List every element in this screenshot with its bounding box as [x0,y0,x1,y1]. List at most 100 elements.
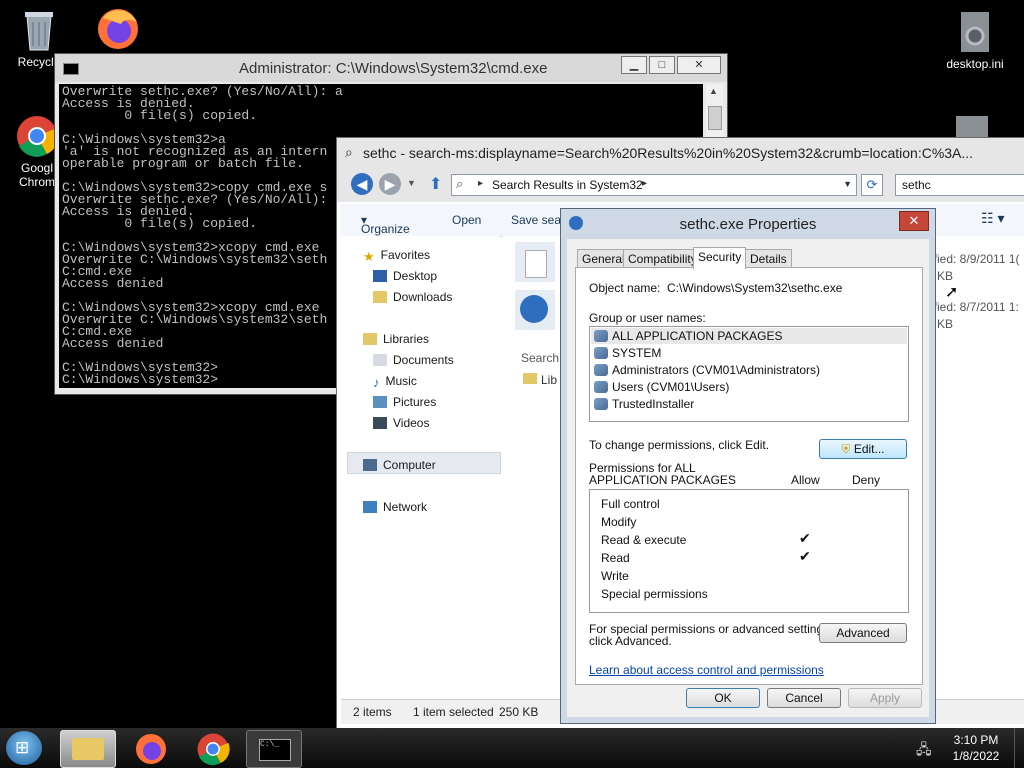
accessibility-icon [520,295,548,323]
breadcrumb-chevron-icon[interactable]: ▸ [642,178,647,189]
permission-row: Write [601,569,629,583]
deny-header: Deny [852,473,881,487]
organize-button[interactable]: Organize ▾ [361,213,410,236]
forward-button[interactable]: ▶ [379,173,401,195]
libraries-search-link[interactable]: Lib [523,373,557,387]
permissions-list: Full control Modify Read & execute Read … [589,489,909,613]
cmd-icon-text: C:\_ [260,740,280,749]
edit-button[interactable]: ⛨ Edit... [819,439,907,459]
allow-header: Allow [791,473,820,487]
advanced-button[interactable]: Advanced [819,623,907,643]
address-dropdown-icon[interactable]: ▼ [843,179,852,189]
status-item-count: 2 items [353,705,392,719]
cancel-button[interactable]: Cancel [767,688,841,708]
desktop-icon-firefox[interactable] [82,6,152,53]
search-icon: ⌕ [345,144,353,160]
tab-compatibility[interactable]: Compatibility [623,249,702,268]
nav-item-documents[interactable]: Documents [373,353,454,367]
tab-details[interactable]: Details [745,249,792,268]
close-button[interactable]: ✕ [899,211,929,231]
taskbar-explorer[interactable] [60,730,116,768]
folder-icon [523,373,537,384]
maximize-button[interactable]: □ [649,56,675,74]
desktop-icon-label: desktop.ini [946,57,1004,71]
nav-item-videos[interactable]: Videos [373,416,429,430]
recent-pages-chevron-icon[interactable]: ▼ [407,178,416,188]
learn-more-link[interactable]: Learn about access control and permissio… [589,663,824,677]
cmd-title-bar[interactable]: Administrator: C:\Windows\System32\cmd.e… [55,54,727,82]
search-input[interactable]: sethc [895,174,1024,196]
checkmark-icon: ✔ [799,548,811,564]
scroll-up-arrow-icon[interactable]: ▲ [709,86,718,96]
explorer-title-bar[interactable]: ⌕ sethc - search-ms:displayname=Search%2… [337,138,1024,168]
nav-label: Downloads [393,290,453,304]
nav-item-computer[interactable]: Computer [363,458,436,472]
computer-icon [363,459,377,471]
network-tray-icon[interactable]: 🖧 [916,739,932,763]
desktop-icon-desktop-ini[interactable]: desktop.ini [940,10,1010,71]
user-row[interactable]: TrustedInstaller [594,397,694,411]
search-again-label: Search [521,351,560,365]
permission-row: Modify [601,515,637,529]
group-label: Group or user names: [589,311,706,325]
nav-label: Pictures [393,395,437,409]
taskbar-firefox[interactable] [124,730,178,766]
scroll-thumb[interactable] [708,106,722,130]
nav-item-favorites[interactable]: ★ Favorites [363,248,430,264]
breadcrumb-chevron-icon[interactable]: ▸ [478,178,483,189]
libraries-search-label: Lib [541,373,558,387]
firefox-icon [136,734,166,764]
nav-label: Network [383,500,428,514]
file-icon [525,250,547,278]
special-permissions-text-2: click Advanced. [589,634,672,648]
taskbar-cmd[interactable]: C:\_ [246,730,302,768]
refresh-button[interactable]: ⟳ [861,174,883,196]
properties-dialog[interactable]: sethc.exe Properties ✕ General Compatibi… [560,208,936,724]
address-input[interactable]: ⌕ ▸ Search Results in System32 ▸ ▼ [451,174,857,196]
status-selected: 1 item selected [413,705,494,719]
minimize-button[interactable]: ▁ [621,56,647,74]
chrome-icon [15,114,59,158]
downloads-folder-icon [373,291,387,303]
dialog-title: sethc.exe Properties [679,216,817,233]
user-list[interactable]: ALL APPLICATION PACKAGES SYSTEM Administ… [589,326,909,422]
clock-time: 3:10 PM [953,733,999,747]
permission-row: Read [601,551,630,565]
taskbar: ⊞ C:\_ 🖧 3:10 PM 1/8/2022 [0,728,1024,768]
user-row[interactable]: ALL APPLICATION PACKAGES [594,329,783,343]
open-button[interactable]: Open [452,213,481,227]
taskbar-chrome[interactable] [186,730,240,766]
nav-item-music[interactable]: ♪ Music [373,374,417,390]
apply-button[interactable]: Apply [848,688,922,708]
view-options-icon[interactable]: ☷ ▾ [981,210,1004,227]
user-row[interactable]: SYSTEM [594,346,661,360]
nav-item-pictures[interactable]: Pictures [373,395,436,409]
tab-general[interactable]: General [577,249,630,268]
start-button[interactable]: ⊞ [6,731,42,765]
user-group-icon [594,347,608,359]
show-desktop-button[interactable] [1014,728,1024,768]
status-size: 250 KB [499,705,539,719]
user-row[interactable]: Administrators (CVM01\Administrators) [594,363,820,377]
nav-item-network[interactable]: Network [363,500,427,514]
clock[interactable]: 3:10 PM 1/8/2022 [946,732,1006,764]
cmd-title: Administrator: C:\Windows\System32\cmd.e… [239,60,548,77]
tab-security[interactable]: Security [693,247,747,269]
search-value: sethc [902,178,931,192]
nav-item-libraries[interactable]: Libraries [363,332,429,346]
dialog-title-bar[interactable]: sethc.exe Properties ✕ [561,209,935,239]
save-search-button[interactable]: Save sear [511,213,565,227]
desktop-file-icon[interactable] [956,116,988,138]
up-arrow-icon[interactable]: ⬆ [429,174,442,194]
back-button[interactable]: ◀ [351,173,373,195]
file-item-1[interactable] [515,242,555,282]
ok-button[interactable]: OK [686,688,760,708]
user-name: ALL APPLICATION PACKAGES [612,329,783,343]
user-row[interactable]: Users (CVM01\Users) [594,380,729,394]
user-group-icon [594,364,608,376]
file-item-2[interactable] [515,290,555,330]
nav-item-desktop[interactable]: Desktop [373,269,437,283]
nav-item-downloads[interactable]: Downloads [373,290,452,304]
close-button[interactable]: ✕ [677,56,721,74]
file-1-modified: ified: 8/9/2011 1( [931,252,1020,266]
